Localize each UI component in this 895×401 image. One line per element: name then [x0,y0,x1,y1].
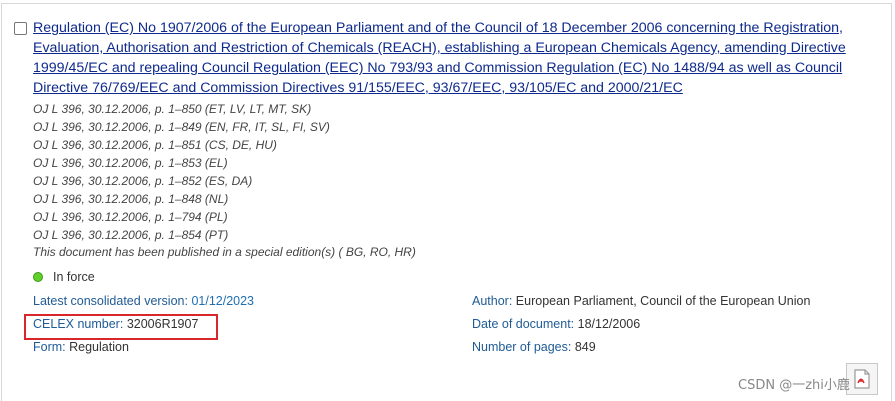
floating-action-button[interactable] [846,363,878,395]
status-text: In force [53,270,95,284]
oj-reference: OJ L 396, 30.12.2006, p. 1–851 (CS, DE, … [33,138,277,152]
meta-label: Form: [33,340,66,354]
pages-value: 849 [574,340,596,354]
oj-reference: OJ L 396, 30.12.2006, p. 1–849 (EN, FR, … [33,120,330,134]
meta-date: Date of document: 18/12/2006 [472,316,640,332]
oj-reference: OJ L 396, 30.12.2006, p. 1–848 (NL) [33,192,229,206]
meta-consolidated-version: Latest consolidated version: 01/12/2023 [33,293,254,309]
oj-reference: OJ L 396, 30.12.2006, p. 1–852 (ES, DA) [33,174,253,188]
meta-form: Form: Regulation [33,339,129,355]
meta-label: Author: [472,294,513,308]
oj-reference: OJ L 396, 30.12.2006, p. 1–853 (EL) [33,156,228,170]
special-edition-note: This document has been published in a sp… [33,245,416,259]
oj-reference: OJ L 396, 30.12.2006, p. 1–794 (PL) [33,210,228,224]
oj-reference: OJ L 396, 30.12.2006, p. 1–854 (PT) [33,228,229,242]
celex-highlight-box [24,314,218,340]
form-value: Regulation [69,340,129,354]
oj-reference-list: OJ L 396, 30.12.2006, p. 1–850 (ET, LV, … [33,100,633,244]
watermark-text: CSDN @一zhi小鹿 [738,378,850,393]
meta-label: Date of document: [472,317,575,331]
status-dot-icon [33,272,43,282]
document-title-link[interactable]: Regulation (EC) No 1907/2006 of the Euro… [33,18,863,98]
consolidated-version-link[interactable]: 01/12/2023 [191,294,254,308]
status-indicator: In force [33,270,95,284]
meta-label: Latest consolidated version: [33,294,188,308]
meta-pages: Number of pages: 849 [472,339,596,355]
date-value: 18/12/2006 [577,317,641,331]
meta-label: Number of pages: [472,340,572,354]
meta-author: Author: European Parliament, Council of … [472,293,810,309]
pdf-document-icon [854,369,870,389]
author-value: European Parliament, Council of the Euro… [515,294,811,308]
oj-reference: OJ L 396, 30.12.2006, p. 1–850 (ET, LV, … [33,102,312,116]
result-card: Regulation (EC) No 1907/2006 of the Euro… [1,3,892,401]
select-checkbox[interactable] [14,22,27,35]
